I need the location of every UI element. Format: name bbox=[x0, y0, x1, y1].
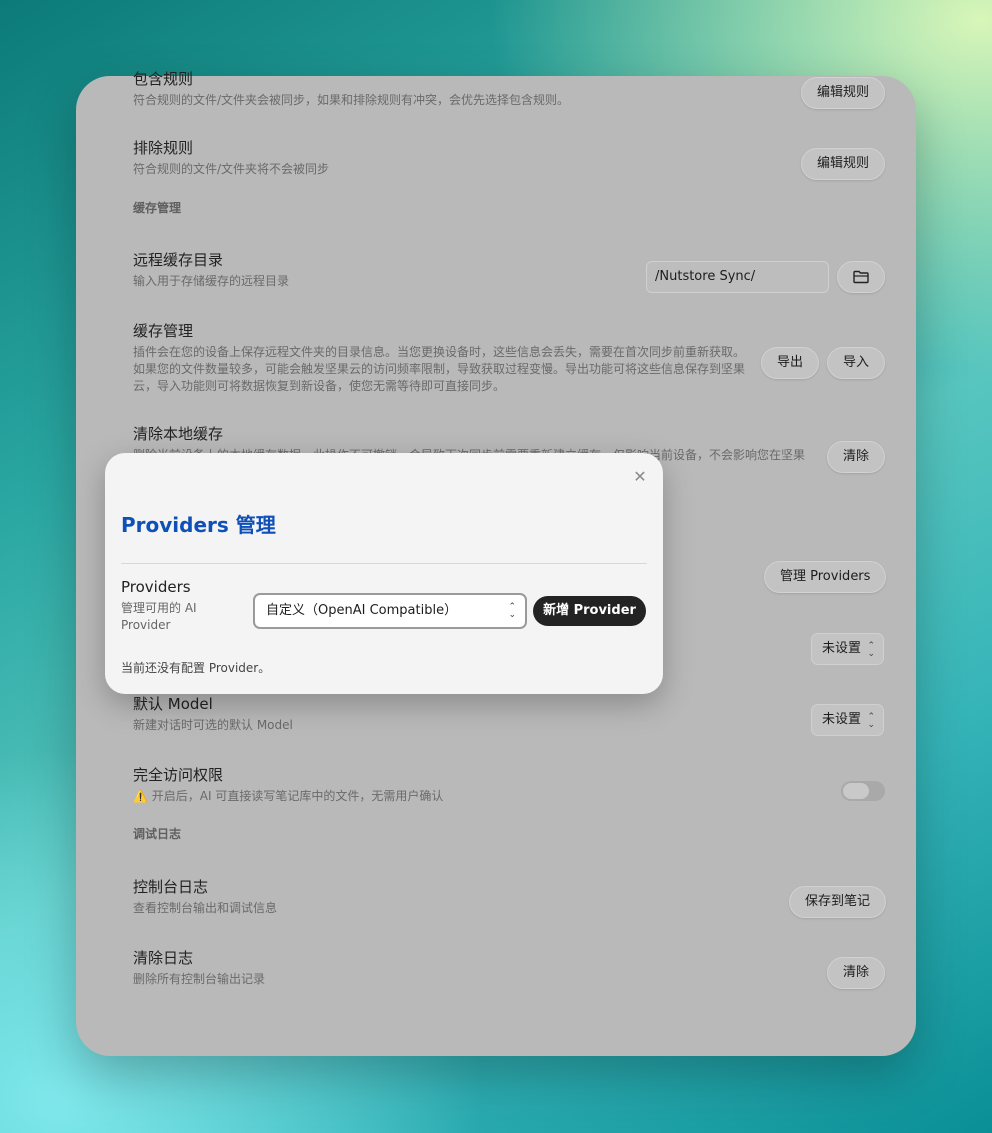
manage-providers-button[interactable]: 管理 Providers bbox=[764, 561, 887, 593]
default-model-desc: 新建对话时可选的默认 Model bbox=[133, 718, 293, 732]
include-rules-row: 包含规则 符合规则的文件/文件夹会被同步，如果和排除规则有冲突，会优先选择包含规… bbox=[133, 69, 569, 109]
console-log-row: 控制台日志 查看控制台输出和调试信息 bbox=[133, 877, 277, 917]
dialog-providers-desc: 管理可用的 AI Provider bbox=[121, 601, 197, 632]
export-cache-button[interactable]: 导出 bbox=[761, 347, 820, 379]
chevron-updown-icon: ⌃ ⌄ bbox=[867, 712, 876, 730]
clear-log-row: 清除日志 删除所有控制台输出记录 bbox=[133, 948, 265, 988]
cache-section-heading: 缓存管理 bbox=[133, 201, 182, 215]
import-cache-button[interactable]: 导入 bbox=[827, 347, 886, 379]
folder-icon bbox=[853, 270, 869, 284]
dialog-title: Providers 管理 bbox=[121, 513, 276, 537]
cache-management-row: 缓存管理 插件会在您的设备上保存远程文件夹的目录信息。当您更换设备时，这些信息会… bbox=[133, 321, 753, 395]
save-to-note-button[interactable]: 保存到笔记 bbox=[789, 886, 887, 918]
include-rules-edit-button[interactable]: 编辑规则 bbox=[801, 77, 886, 109]
full-access-toggle[interactable] bbox=[841, 781, 885, 801]
remote-cache-dir-title: 远程缓存目录 bbox=[133, 251, 224, 269]
clear-local-cache-title: 清除本地缓存 bbox=[133, 425, 224, 443]
chevron-updown-icon: ⌃ ⌄ bbox=[867, 641, 876, 659]
clear-log-desc: 删除所有控制台输出记录 bbox=[133, 972, 266, 986]
console-log-desc: 查看控制台输出和调试信息 bbox=[133, 901, 278, 915]
full-access-row: 完全访问权限 ⚠️ 开启后，AI 可直接读写笔记库中的文件，无需用户确认 bbox=[133, 765, 443, 805]
full-access-title: 完全访问权限 bbox=[133, 766, 224, 784]
chevron-updown-icon: ⌃ ⌄ bbox=[508, 602, 516, 620]
include-rules-desc: 符合规则的文件/文件夹会被同步，如果和排除规则有冲突，会优先选择包含规则。 bbox=[133, 93, 570, 107]
folder-picker-button[interactable] bbox=[837, 261, 885, 293]
dialog-divider bbox=[121, 563, 647, 564]
model-select-upper[interactable]: 未设置 ⌃ ⌄ bbox=[811, 633, 885, 665]
console-log-title: 控制台日志 bbox=[133, 878, 209, 896]
include-rules-title: 包含规则 bbox=[133, 70, 194, 88]
clear-local-cache-button[interactable]: 清除 bbox=[827, 441, 886, 473]
remote-cache-dir-row: 远程缓存目录 输入用于存储缓存的远程目录 bbox=[133, 250, 289, 290]
toggle-knob bbox=[843, 783, 869, 799]
providers-dialog: ✕ Providers 管理 Providers 管理可用的 AI Provid… bbox=[105, 453, 663, 694]
dialog-providers-label: Providers bbox=[121, 578, 191, 596]
exclude-rules-title: 排除规则 bbox=[133, 139, 194, 157]
default-model-title: 默认 Model bbox=[133, 695, 213, 713]
default-model-row: 默认 Model 新建对话时可选的默认 Model bbox=[133, 694, 293, 734]
exclude-rules-edit-button[interactable]: 编辑规则 bbox=[801, 148, 886, 180]
exclude-rules-desc: 符合规则的文件/文件夹将不会被同步 bbox=[133, 162, 330, 176]
cache-management-desc: 插件会在您的设备上保存远程文件夹的目录信息。当您更换设备时，这些信息会丢失，需要… bbox=[133, 345, 746, 393]
remote-cache-dir-input[interactable]: /Nutstore Sync/ bbox=[646, 261, 829, 293]
clear-log-button[interactable]: 清除 bbox=[827, 957, 886, 989]
provider-type-select[interactable]: 自定义（OpenAI Compatible） ⌃ ⌄ bbox=[253, 593, 527, 629]
add-provider-button[interactable]: 新增 Provider bbox=[533, 596, 646, 626]
remote-cache-dir-desc: 输入用于存储缓存的远程目录 bbox=[133, 274, 290, 288]
clear-log-title: 清除日志 bbox=[133, 949, 194, 967]
dialog-empty-note: 当前还没有配置 Provider。 bbox=[121, 661, 271, 675]
exclude-rules-row: 排除规则 符合规则的文件/文件夹将不会被同步 bbox=[133, 138, 329, 178]
dialog-close-icon[interactable]: ✕ bbox=[633, 467, 647, 486]
default-model-select[interactable]: 未设置 ⌃ ⌄ bbox=[811, 704, 885, 736]
cache-management-title: 缓存管理 bbox=[133, 322, 194, 340]
full-access-desc: ⚠️ 开启后，AI 可直接读写笔记库中的文件，无需用户确认 bbox=[133, 789, 444, 803]
debug-section-heading: 调试日志 bbox=[133, 827, 182, 841]
